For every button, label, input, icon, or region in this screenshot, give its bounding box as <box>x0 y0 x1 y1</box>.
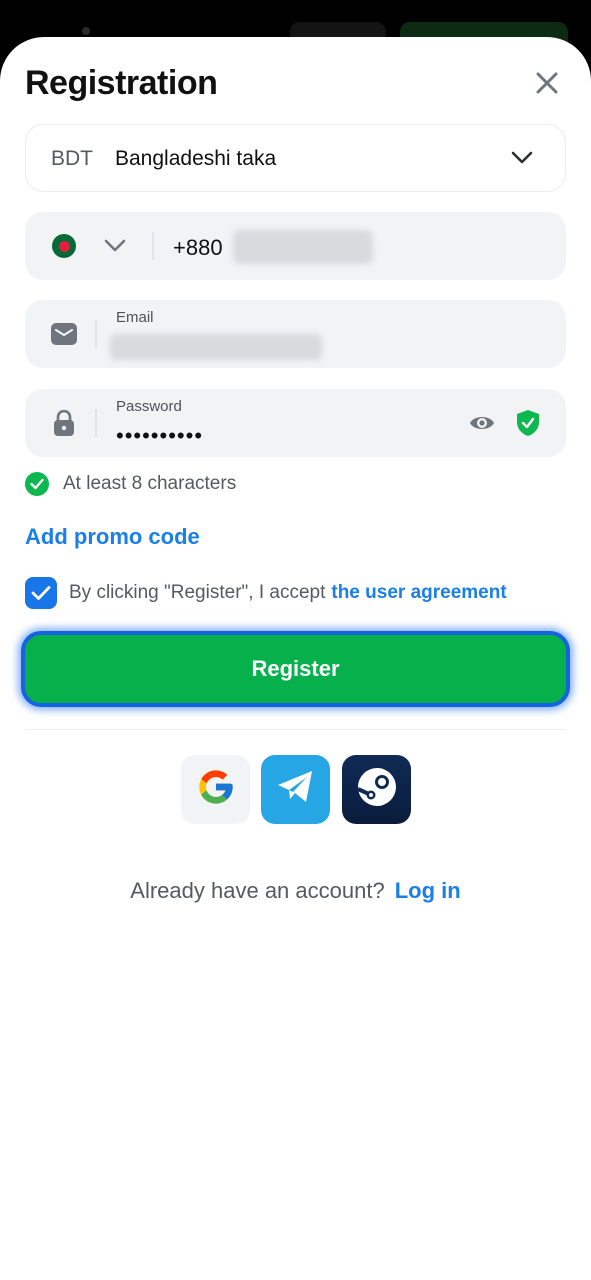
password-label: Password <box>116 398 182 415</box>
email-field[interactable]: Email <box>25 300 566 368</box>
requirement-text: At least 8 characters <box>63 473 237 494</box>
status-dot <box>82 27 90 35</box>
email-label: Email <box>116 309 154 326</box>
user-agreement-link[interactable]: the user agreement <box>331 582 506 604</box>
agreement-text: By clicking "Register", I accept <box>69 582 326 603</box>
login-question: Already have an account? <box>130 878 385 903</box>
telegram-icon <box>276 769 316 810</box>
envelope-icon <box>51 321 77 347</box>
agreement-row: By clicking "Register", I accept the use… <box>25 577 507 609</box>
google-login-button[interactable] <box>181 755 250 824</box>
password-input[interactable]: •••••••••• <box>116 423 203 449</box>
chevron-down-icon <box>510 146 534 175</box>
phone-input[interactable] <box>233 230 373 264</box>
steam-icon <box>355 765 399 814</box>
agreement-checkbox[interactable] <box>25 577 57 609</box>
currency-name: Bangladeshi taka <box>115 147 277 170</box>
add-promo-code-link[interactable]: Add promo code <box>25 524 200 550</box>
currency-code: BDT <box>51 147 93 170</box>
page-title: Registration <box>25 64 218 102</box>
phone-field: +880 <box>25 212 566 280</box>
telegram-login-button[interactable] <box>261 755 330 824</box>
password-requirement: At least 8 characters <box>25 472 236 496</box>
divider <box>95 320 97 348</box>
register-button[interactable]: Register <box>21 631 570 707</box>
eye-icon[interactable] <box>468 411 496 440</box>
divider <box>25 729 566 730</box>
bangladesh-flag-icon <box>52 234 76 258</box>
steam-login-button[interactable] <box>342 755 411 824</box>
lock-icon <box>51 410 77 436</box>
login-link[interactable]: Log in <box>395 878 461 903</box>
currency-select[interactable]: BDT Bangladeshi taka <box>25 124 566 192</box>
phone-prefix: +880 <box>173 235 223 260</box>
country-code-dropdown[interactable] <box>103 234 127 263</box>
divider <box>95 409 97 437</box>
password-field[interactable]: Password •••••••••• <box>25 389 566 457</box>
check-circle-icon <box>25 472 49 496</box>
login-prompt: Already have an account? Log in <box>0 878 591 904</box>
email-input[interactable] <box>110 334 322 360</box>
google-icon <box>196 767 236 812</box>
divider <box>152 232 154 260</box>
shield-check-icon <box>515 409 541 442</box>
close-icon[interactable] <box>528 64 566 102</box>
